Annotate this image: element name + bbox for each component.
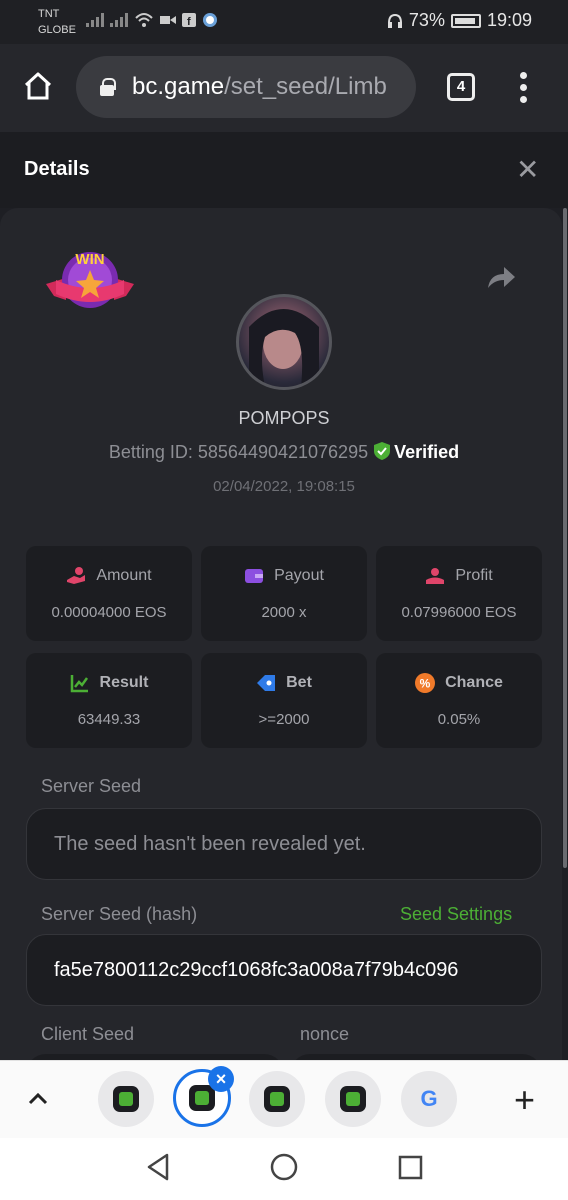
server-seed-field[interactable]: The seed hasn't been revealed yet. — [26, 808, 542, 880]
wallet-icon — [245, 569, 264, 583]
chance-stat: % Chance 0.05% — [376, 653, 542, 748]
verified-label: Verified — [394, 442, 460, 462]
tab-thumbnail-3[interactable] — [249, 1071, 305, 1127]
amount-label: Amount — [96, 567, 152, 584]
bcgame-icon — [113, 1086, 139, 1112]
win-badge-text: WIN — [75, 251, 104, 268]
browser-toolbar: bc.game/set_seed/Limb 4 — [0, 44, 568, 132]
details-header: Details ✕ — [0, 132, 568, 208]
scrollbar[interactable] — [563, 208, 567, 868]
overflow-menu-icon[interactable] — [520, 72, 528, 104]
bcgame-icon — [189, 1085, 215, 1111]
result-stat: Result 63449.33 — [26, 653, 192, 748]
close-tab-icon[interactable]: × — [208, 1066, 234, 1092]
win-badge-icon: WIN — [46, 251, 134, 308]
client-seed-label: Client Seed — [41, 1024, 135, 1044]
status-icons: f — [86, 12, 218, 28]
video-icon — [160, 16, 176, 24]
amount-stat: Amount 0.00004000 EOS — [26, 546, 192, 641]
chance-value: 0.05% — [437, 711, 481, 728]
status-bar: TNT GLOBE f 73% 19:09 — [0, 0, 568, 44]
battery-icon — [450, 13, 481, 28]
home-icon[interactable] — [22, 70, 54, 102]
chevron-up-icon[interactable] — [26, 1087, 50, 1111]
chance-label: Chance — [445, 674, 503, 691]
facebook-icon: f — [182, 13, 196, 27]
profit-value: 0.07996000 EOS — [401, 604, 517, 621]
svg-text:f: f — [187, 16, 191, 27]
avatar-image — [249, 309, 319, 387]
tab-switcher-button[interactable]: 4 — [447, 73, 475, 101]
tab-strip: G — [0, 1060, 568, 1138]
battery-percent: 73% — [408, 10, 445, 30]
status-right: 73% 19:09 — [387, 10, 532, 31]
betting-id-row: Betting ID: 58564490421076295 Verified — [0, 442, 568, 463]
profit-hand-icon — [426, 568, 445, 584]
tab-thumbnail-google[interactable]: G — [401, 1071, 457, 1127]
username: POMPOPS — [238, 408, 330, 428]
avatar — [236, 294, 332, 390]
page-title: Details — [24, 158, 90, 180]
verified-shield-icon — [374, 442, 391, 460]
bet-stat: Bet >=2000 — [201, 653, 367, 748]
back-icon[interactable] — [146, 1152, 170, 1182]
bet-tag-icon — [257, 675, 276, 691]
payout-stat: Payout 2000 x — [201, 546, 367, 641]
signal-icon — [86, 13, 104, 27]
tab-thumbnail-1[interactable] — [98, 1071, 154, 1127]
bcgame-icon — [264, 1086, 290, 1112]
server-hash-field[interactable]: fa5e7800112c29ccf1068fc3a008a7f79b4c096 — [26, 934, 542, 1006]
tab-thumbnail-4[interactable] — [325, 1071, 381, 1127]
svg-text:%: % — [420, 677, 431, 691]
result-label: Result — [99, 674, 149, 691]
home-circle-icon[interactable] — [270, 1152, 298, 1182]
system-nav-bar — [0, 1138, 568, 1200]
url-text: bc.game/set_seed/Limb — [132, 73, 387, 100]
betting-id: Betting ID: 58564490421076295 — [108, 442, 369, 462]
app-notification-icon — [203, 13, 217, 27]
clock: 19:09 — [486, 10, 532, 30]
amount-value: 0.00004000 EOS — [51, 604, 167, 621]
bet-stats-grid: Amount 0.00004000 EOS Payout 2000 x Prof… — [26, 546, 542, 748]
profit-label: Profit — [455, 567, 493, 584]
seed-settings-link[interactable]: Seed Settings — [400, 904, 512, 925]
share-icon[interactable] — [486, 264, 516, 290]
payout-label: Payout — [274, 567, 324, 584]
signal-icon-2 — [110, 13, 128, 27]
payout-value: 2000 x — [261, 604, 307, 621]
profit-stat: Profit 0.07996000 EOS — [376, 546, 542, 641]
bet-label: Bet — [286, 674, 312, 691]
server-hash-label: Server Seed (hash) — [41, 904, 198, 924]
coins-hand-icon — [67, 567, 86, 584]
google-icon: G — [420, 1086, 438, 1111]
result-value: 63449.33 — [77, 711, 141, 728]
bet-timestamp: 02/04/2022, 19:08:15 — [213, 478, 355, 495]
new-tab-icon[interactable]: + — [514, 1082, 535, 1118]
chart-trend-icon — [70, 675, 88, 693]
percent-icon: % — [415, 673, 436, 693]
close-icon[interactable]: ✕ — [516, 156, 539, 184]
bet-value: >=2000 — [258, 711, 310, 728]
wifi-icon — [135, 13, 153, 27]
recents-icon[interactable] — [398, 1152, 424, 1182]
nonce-label: nonce — [300, 1024, 350, 1044]
lock-icon — [100, 78, 116, 96]
server-seed-label: Server Seed — [41, 776, 142, 796]
headphones-icon — [387, 13, 402, 28]
bet-details-card: WIN POMPOPS Betting ID: 5856449042107629… — [0, 208, 562, 1084]
carrier-label: TNT GLOBE — [38, 8, 76, 36]
address-bar[interactable]: bc.game/set_seed/Limb — [76, 56, 416, 118]
bcgame-icon — [340, 1086, 366, 1112]
